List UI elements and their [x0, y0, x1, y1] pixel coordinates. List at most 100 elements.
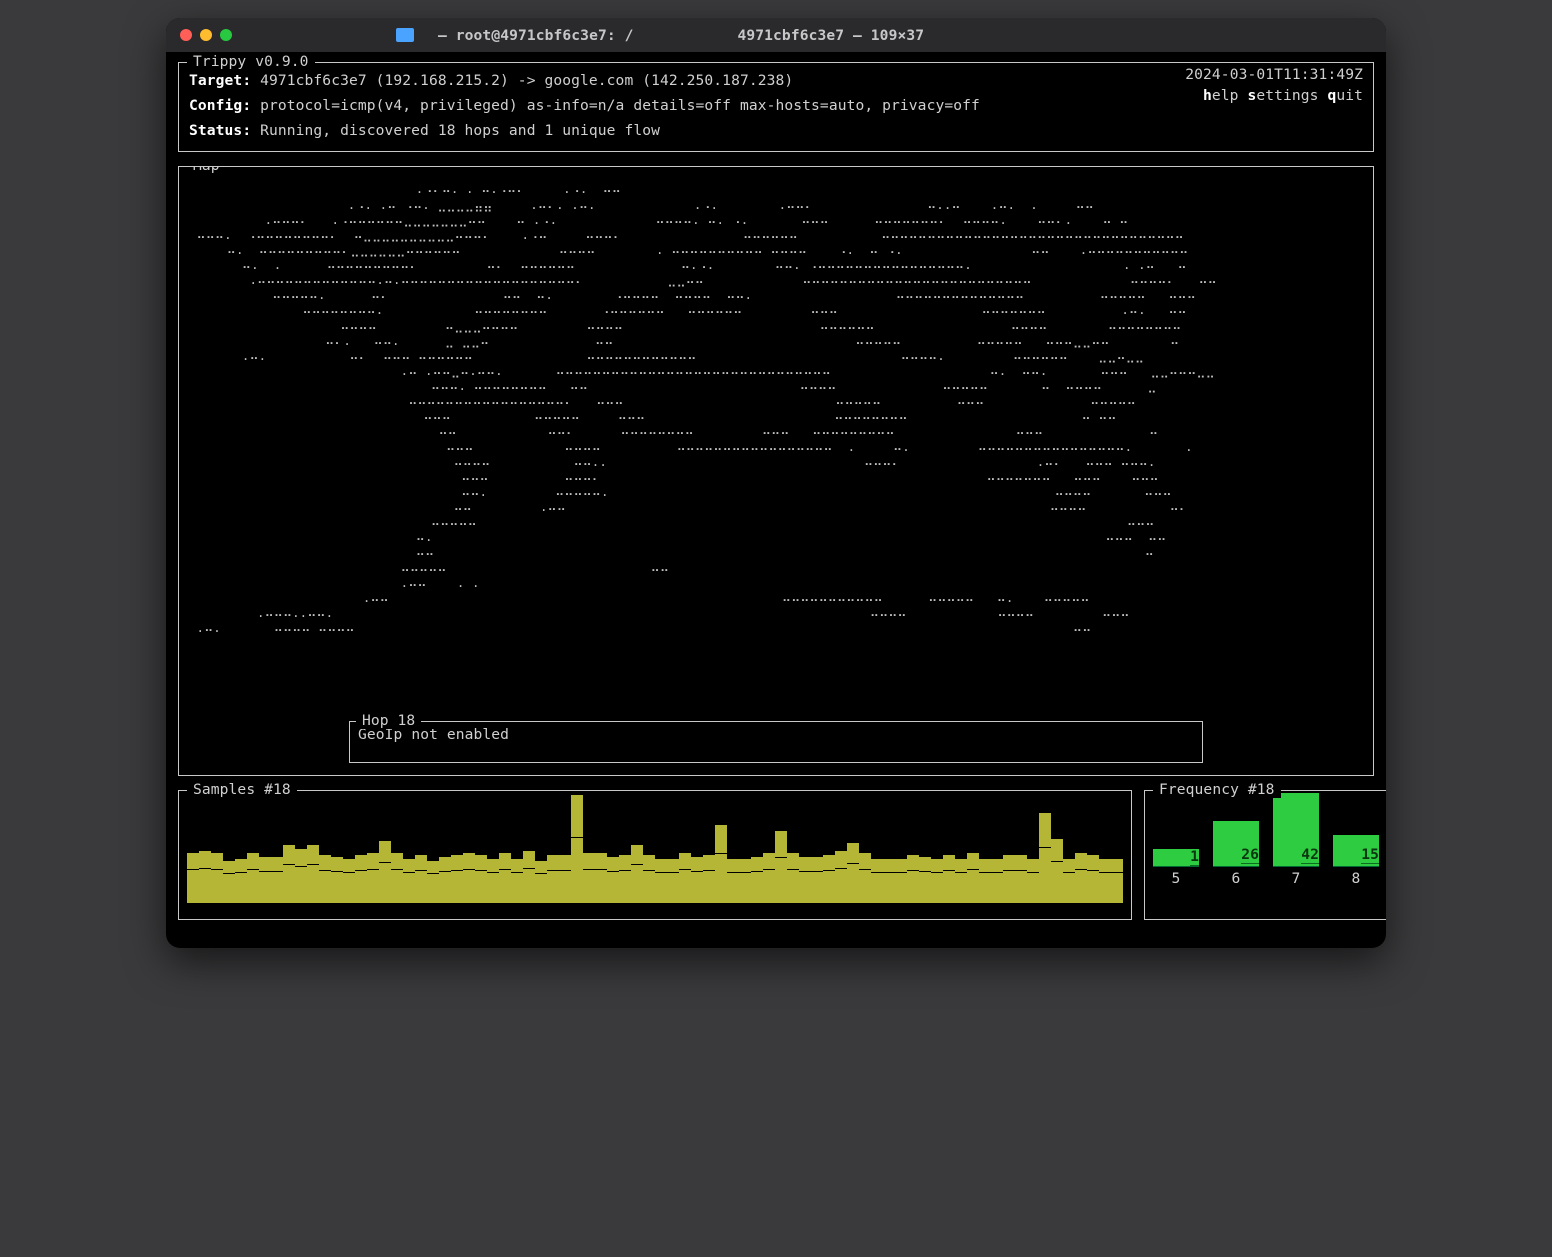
sample-bar: [607, 857, 619, 889]
samples-title: Samples #18: [187, 781, 297, 798]
sample-bar: [1087, 855, 1099, 889]
sample-bar: [679, 853, 691, 889]
sample-bar: [1027, 859, 1039, 889]
terminal-window: — root@4971cbf6c3e7: / 4971cbf6c3e7 — 10…: [166, 18, 1386, 948]
sample-bar: [331, 857, 343, 889]
sample-bar: [271, 857, 283, 889]
sample-bar: [739, 859, 751, 889]
sample-bar: [547, 855, 559, 889]
frequency-title: Frequency #18: [1153, 781, 1281, 798]
sample-bar: [871, 859, 883, 889]
sample-bar: [535, 861, 547, 889]
sample-bar: [211, 853, 223, 889]
sample-bar: [631, 845, 643, 889]
map-panel: Map .⠠⠄⠤. . ⠤.⠠⠤⠄ .⠠. ⠤⠤ .⠠. .⠤ ⠠⠤. ⣀⣀⣀⣀…: [178, 166, 1374, 776]
frequency-bin: 15: [1153, 849, 1199, 887]
sample-bar: [523, 851, 535, 889]
sample-bar: [811, 857, 823, 889]
sample-bar: [487, 859, 499, 889]
sample-bar: [1039, 813, 1051, 889]
sample-bar: [559, 855, 571, 889]
window-titlebar: — root@4971cbf6c3e7: / 4971cbf6c3e7 — 10…: [166, 18, 1386, 52]
sample-bar: [727, 859, 739, 889]
sample-bar: [715, 825, 727, 889]
sample-bar: [235, 859, 247, 889]
frequency-label: 5: [1172, 870, 1181, 887]
sample-bar: [763, 853, 775, 889]
samples-base: [187, 889, 1123, 903]
sample-bar: [775, 831, 787, 889]
frequency-panel: Frequency #18 1526642715859: [1144, 790, 1386, 920]
sample-bar: [883, 859, 895, 889]
sample-bar: [1063, 859, 1075, 889]
sample-bar: [991, 859, 1003, 889]
bottom-row: Samples #18 Frequency #18 1526642715859: [178, 790, 1374, 934]
sample-bar: [247, 853, 259, 889]
help-hints: help settings quit: [1203, 87, 1363, 104]
sample-bar: [895, 859, 907, 889]
sample-bar: [751, 857, 763, 889]
sample-bar: [907, 855, 919, 889]
minimize-icon[interactable]: [200, 29, 212, 41]
frequency-label: 6: [1232, 870, 1241, 887]
frequency-bar: 1: [1153, 849, 1199, 867]
status-label: Status:: [189, 119, 251, 144]
timestamp: 2024-03-01T11:31:49Z: [1185, 66, 1363, 83]
frequency-bar: 26: [1213, 821, 1259, 867]
sample-bar: [955, 859, 967, 889]
sample-bar: [787, 853, 799, 889]
frequency-chart: 1526642715859: [1153, 799, 1386, 887]
config-label: Config:: [189, 94, 251, 119]
window-controls: [180, 29, 232, 41]
window-title-right: 4971cbf6c3e7 — 109×37: [738, 27, 925, 44]
sample-bar: [283, 845, 295, 889]
sample-bar: [643, 855, 655, 889]
sample-bar: [619, 855, 631, 889]
help-key[interactable]: h: [1203, 87, 1212, 104]
sample-bar: [1111, 859, 1123, 889]
sample-bar: [979, 859, 991, 889]
sample-bar: [799, 857, 811, 889]
target-label: Target:: [189, 69, 251, 94]
sample-bar: [655, 859, 667, 889]
frequency-label: 8: [1352, 870, 1361, 887]
sample-bar: [1051, 839, 1063, 889]
sample-bar: [415, 855, 427, 889]
frequency-bin: 158: [1333, 835, 1379, 887]
sample-bar: [199, 851, 211, 889]
sample-bar: [451, 855, 463, 889]
sample-bar: [583, 853, 595, 889]
sample-bar: [499, 853, 511, 889]
app-title: Trippy v0.9.0: [187, 53, 315, 70]
sample-bar: [859, 853, 871, 889]
sample-bar: [187, 853, 199, 889]
sample-bar: [943, 855, 955, 889]
frequency-bar: 15: [1333, 835, 1379, 867]
settings-key[interactable]: s: [1247, 87, 1256, 104]
sample-bar: [847, 843, 859, 889]
map-title: Map: [187, 166, 226, 174]
sample-bar: [823, 855, 835, 889]
samples-chart: [187, 817, 1123, 889]
maximize-icon[interactable]: [220, 29, 232, 41]
sample-bar: [403, 859, 415, 889]
hop-inset: Hop 18 GeoIp not enabled: [349, 721, 1203, 763]
sample-bar: [367, 853, 379, 889]
quit-key[interactable]: q: [1327, 87, 1336, 104]
sample-bar: [931, 859, 943, 889]
sample-bar: [307, 845, 319, 889]
sample-bar: [343, 859, 355, 889]
sample-bar: [391, 853, 403, 889]
terminal-screen[interactable]: Trippy v0.9.0 2024-03-01T11:31:49Z Targe…: [166, 52, 1386, 948]
sample-bar: [703, 855, 715, 889]
sample-bar: [919, 857, 931, 889]
sample-bar: [835, 851, 847, 889]
status-value: Running, discovered 18 hops and 1 unique…: [251, 119, 660, 144]
config-value: protocol=icmp(v4, privileged) as-info=n/…: [251, 94, 980, 119]
info-panel: Trippy v0.9.0 2024-03-01T11:31:49Z Targe…: [178, 62, 1374, 152]
close-icon[interactable]: [180, 29, 192, 41]
sample-bar: [1099, 859, 1111, 889]
hop-title: Hop 18: [356, 712, 421, 729]
target-value: 4971cbf6c3e7 (192.168.215.2) -> google.c…: [251, 69, 793, 94]
sample-bar: [571, 795, 583, 889]
